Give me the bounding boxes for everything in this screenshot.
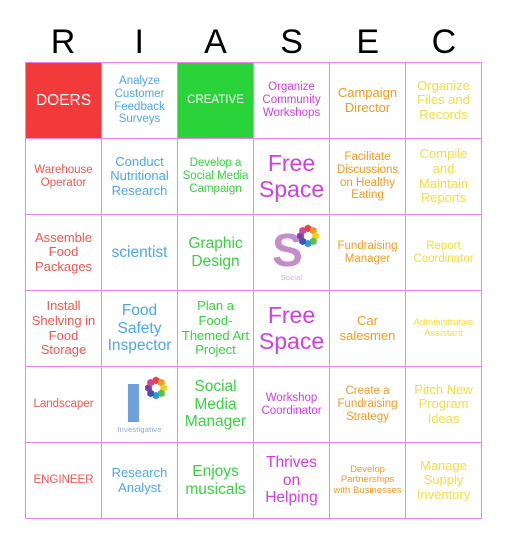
bingo-cell-label: Food Safety Inspector	[107, 302, 172, 355]
flower-petals-icon	[296, 224, 319, 247]
bingo-cell-10-free-space[interactable]: Free Space	[254, 139, 330, 215]
bingo-cell-9-develop-a-social-media-campaign[interactable]: Develop a Social Media Campaign	[178, 139, 254, 215]
bingo-cell-32-research-analyst[interactable]: Research Analyst	[102, 443, 178, 519]
bingo-cell-label: Social Media Manager	[184, 378, 247, 431]
bingo-cell-1-doers[interactable]: DOERS	[26, 63, 102, 139]
bingo-cell-label: Report Coordinator	[413, 239, 474, 265]
bingo-cell-label: Free Space	[258, 301, 325, 354]
bingo-cell-label: Organize Files and Records	[417, 77, 470, 122]
bingo-cell-23-car-salesmen[interactable]: Car salesmen	[330, 291, 406, 367]
bingo-cell-label: DOERS	[35, 91, 92, 109]
bingo-cell-label: Create a Fundraising Strategy	[337, 385, 398, 423]
bingo-cell-label: Car salesmen	[339, 312, 396, 343]
bingo-cell-27-social-media-manager[interactable]: Social Media Manager	[178, 367, 254, 443]
bingo-cell-label: scientist	[111, 243, 168, 261]
bingo-cell-label: Thrives on Helping	[265, 454, 318, 507]
bingo-cell-25-landscaper[interactable]: Landscaper	[26, 367, 102, 443]
bingo-cell-label: CREATIVE	[187, 94, 244, 107]
bingo-cell-label: Analyze Customer Feedback Surveys	[114, 74, 165, 126]
bingo-cell-label: Workshop Coordinator	[261, 391, 322, 417]
bingo-cell-34-thrives-on-helping[interactable]: Thrives on Helping	[254, 443, 330, 519]
bingo-header-letter-i: I	[134, 23, 144, 61]
investigative-letter-i	[128, 383, 139, 422]
bingo-cell-22-free-space[interactable]: Free Space	[254, 291, 330, 367]
bingo-cell-28-workshop-coordinator[interactable]: Workshop Coordinator	[254, 367, 330, 443]
bingo-cell-label: Free Space	[258, 149, 325, 202]
bingo-cell-6-organize-files-and-records[interactable]: Organize Files and Records	[406, 63, 482, 139]
bingo-cell-36-manage-supply-inventory[interactable]: Manage Supply Inventory	[406, 443, 482, 519]
bingo-cell-33-enjoys-musicals[interactable]: Enjoys musicals	[178, 443, 254, 519]
bingo-cell-13-assemble-food-packages[interactable]: Assemble Food Packages	[26, 215, 102, 291]
social-logo-icon: S	[261, 224, 323, 273]
bingo-cell-label: Develop a Social Media Campaign	[182, 157, 249, 195]
bingo-cell-label: Landscaper	[33, 398, 94, 411]
bingo-cell-14-scientist[interactable]: scientist	[102, 215, 178, 291]
flower-petals-icon	[144, 376, 167, 399]
bingo-cell-7-warehouse-operator[interactable]: Warehouse Operator	[26, 139, 102, 215]
bingo-cell-label: Graphic Design	[188, 235, 243, 270]
bingo-cell-label: Conduct Nutritional Research	[110, 153, 169, 198]
bingo-cell-30-pitch-new-program-ideas[interactable]: Pitch New Program Ideas	[406, 367, 482, 443]
icon-caption: Investigative	[117, 424, 162, 434]
bingo-header-row: RIASEC	[25, 14, 482, 60]
bingo-header-letter-r: R	[50, 23, 76, 61]
bingo-cell-26-investigative[interactable]: Investigative	[102, 367, 178, 443]
bingo-cell-3-creative[interactable]: CREATIVE	[178, 63, 254, 139]
bingo-cell-4-organize-community-workshops[interactable]: Organize Community Workshops	[254, 63, 330, 139]
bingo-cell-24-administrative-assistant[interactable]: Administrative Assistant	[406, 291, 482, 367]
bingo-cell-label: Plan a Food-Themed Art Project	[181, 298, 250, 358]
bingo-header-letter-a: A	[204, 23, 227, 61]
bingo-cell-29-create-a-fundraising-strategy[interactable]: Create a Fundraising Strategy	[330, 367, 406, 443]
bingo-cell-label: Install Shelving in Food Storage	[31, 298, 96, 358]
bingo-card: R I A S E C DOERS Analyze Customer Feedback Su…	[0, 0, 506, 544]
bingo-cell-2-analyze-customer-feedback-surveys[interactable]: Analyze Customer Feedback Surveys	[102, 63, 178, 139]
bingo-cell-17-fundraising-manager[interactable]: Fundraising Manager	[330, 215, 406, 291]
bingo-cell-label: Pitch New Program Ideas	[414, 381, 473, 426]
bingo-cell-label: Fundraising Manager	[337, 239, 398, 265]
bingo-grid: DOERS Analyze Customer Feedback Surveys CR…	[25, 62, 482, 519]
bingo-cell-11-facilitate-discussions-on-healthy-[interactable]: Facilitate Discussions on Healthy Eating	[330, 139, 406, 215]
bingo-cell-19-install-shelving-in-food-storage[interactable]: Install Shelving in Food Storage	[26, 291, 102, 367]
bingo-cell-label: Campaign Director	[337, 84, 398, 115]
bingo-cell-label: Warehouse Operator	[34, 163, 93, 189]
bingo-cell-label: Enjoys musicals	[185, 463, 246, 498]
bingo-cell-16-social[interactable]: S Social	[254, 215, 330, 291]
investigative-logo-icon	[109, 376, 171, 424]
bingo-cell-label: Manage Supply Inventory	[416, 457, 471, 502]
bingo-cell-label: Assemble Food Packages	[34, 229, 93, 274]
bingo-cell-label: Organize Community Workshops	[262, 81, 321, 119]
bingo-cell-18-report-coordinator[interactable]: Report Coordinator	[406, 215, 482, 291]
bingo-cell-label: Compile and Maintain Reports	[418, 146, 469, 206]
bingo-cell-label: Research Analyst	[111, 464, 168, 495]
bingo-cell-12-compile-and-maintain-reports[interactable]: Compile and Maintain Reports	[406, 139, 482, 215]
bingo-cell-35-develop-partnerships-with-business[interactable]: Develop Partnerships with Businesses	[330, 443, 406, 519]
bingo-cell-8-conduct-nutritional-research[interactable]: Conduct Nutritional Research	[102, 139, 178, 215]
bingo-cell-21-plan-a-food-themed-art-project[interactable]: Plan a Food-Themed Art Project	[178, 291, 254, 367]
bingo-cell-5-campaign-director[interactable]: Campaign Director	[330, 63, 406, 139]
bingo-header-letter-c: C	[431, 23, 457, 61]
bingo-cell-15-graphic-design[interactable]: Graphic Design	[178, 215, 254, 291]
bingo-header-letter-e: E	[356, 23, 380, 61]
bingo-cell-label: Develop Partnerships with Businesses	[333, 463, 402, 496]
bingo-cell-label: Administrative Assistant	[413, 316, 474, 339]
bingo-header-letter-s: S	[280, 23, 303, 61]
bingo-cell-label: ENGINEER	[33, 474, 94, 487]
bingo-cell-label: Facilitate Discussions on Healthy Eating	[336, 150, 399, 202]
bingo-cell-20-food-safety-inspector[interactable]: Food Safety Inspector	[102, 291, 178, 367]
bingo-cell-31-engineer[interactable]: ENGINEER	[26, 443, 102, 519]
